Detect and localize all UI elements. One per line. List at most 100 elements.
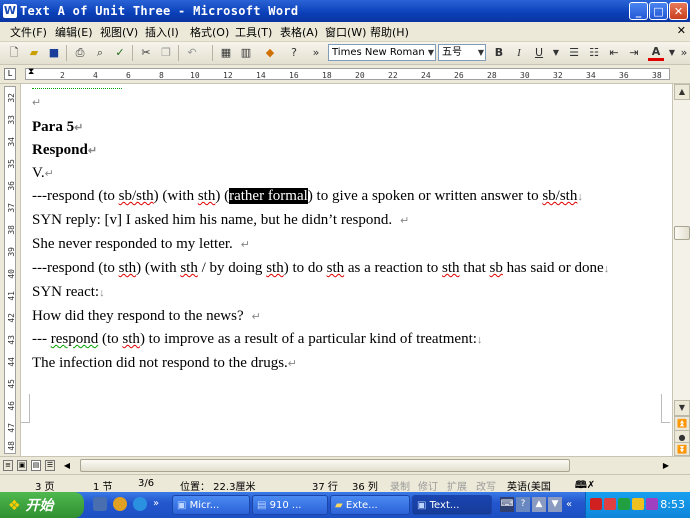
menu-window[interactable]: 窗口(W) bbox=[325, 24, 366, 40]
open-folder-icon[interactable]: ▰ bbox=[26, 45, 42, 61]
font-color-button[interactable]: A bbox=[648, 45, 664, 61]
task-document[interactable]: ▤ 910 ... bbox=[252, 495, 328, 515]
status-record[interactable]: 录制 bbox=[390, 478, 410, 493]
quicklaunch-overflow-icon[interactable]: » bbox=[153, 498, 159, 509]
font-size-combo[interactable]: 五号 ▼ bbox=[438, 44, 486, 61]
font-name-value: Times New Roman bbox=[332, 47, 425, 58]
status-extend[interactable]: 扩展 bbox=[447, 478, 467, 493]
document-page[interactable]: ↵ Para 5↵ Respond↵ V.↵ ---respond (to sb… bbox=[21, 84, 672, 456]
media-player-icon[interactable] bbox=[113, 497, 127, 511]
menu-file[interactable]: 文件(F) bbox=[10, 24, 47, 40]
print-layout-icon[interactable]: ▤ bbox=[31, 460, 41, 471]
horizontal-scrollbar[interactable]: ≡ ▣ ▤ ☰ ◀ ▶ bbox=[0, 456, 690, 475]
menu-format[interactable]: 格式(O) bbox=[190, 24, 229, 40]
tab-selector-icon[interactable]: L bbox=[4, 68, 16, 80]
start-button[interactable]: ❖ 开始 bbox=[0, 492, 84, 518]
ruler-tick: 12 bbox=[223, 71, 233, 80]
scroll-up-icon[interactable]: ▲ bbox=[674, 84, 690, 100]
horizontal-scroll-thumb[interactable] bbox=[80, 459, 570, 472]
ruler-tick: 38 bbox=[652, 71, 662, 80]
menu-tools[interactable]: 工具(T) bbox=[235, 24, 272, 40]
table-icon[interactable]: ▦ bbox=[218, 45, 234, 61]
maximize-button[interactable]: □ bbox=[649, 2, 668, 20]
word-app-icon[interactable]: W bbox=[3, 4, 17, 18]
decrease-indent-icon[interactable]: ⇤ bbox=[606, 45, 622, 61]
tray-expand-icon[interactable]: « bbox=[566, 499, 572, 510]
scroll-down-icon[interactable]: ▼ bbox=[674, 400, 690, 416]
status-language[interactable]: 英语(美国 bbox=[507, 478, 551, 493]
scroll-right-icon[interactable]: ▶ bbox=[660, 459, 672, 472]
print-preview-icon[interactable]: ⌕ bbox=[92, 45, 108, 61]
ruler-tick: 34 bbox=[586, 71, 596, 80]
status-track-changes[interactable]: 修订 bbox=[418, 478, 438, 493]
new-document-icon[interactable]: 🗋 bbox=[6, 45, 22, 61]
italic-button[interactable]: I bbox=[511, 45, 527, 61]
network-icon[interactable] bbox=[618, 498, 630, 510]
task-folder[interactable]: ▰ Exte... bbox=[330, 495, 410, 515]
copy-icon[interactable]: ❐ bbox=[158, 45, 174, 61]
vertical-scrollbar[interactable]: ▲ ▼ ⏫ ● ⏬ bbox=[672, 84, 690, 456]
increase-indent-icon[interactable]: ⇥ bbox=[626, 45, 642, 61]
kaspersky-icon[interactable] bbox=[590, 498, 602, 510]
scroll-left-icon[interactable]: ◀ bbox=[61, 459, 73, 472]
menu-insert[interactable]: 插入(I) bbox=[145, 24, 179, 40]
menu-help[interactable]: 帮助(H) bbox=[370, 24, 409, 40]
document-close-icon[interactable]: ✕ bbox=[677, 24, 686, 37]
normal-view-icon[interactable]: ≡ bbox=[3, 460, 13, 471]
clock[interactable]: 8:53 bbox=[660, 498, 685, 511]
ruler-tick: 24 bbox=[421, 71, 431, 80]
undo-icon[interactable]: ↶ bbox=[184, 45, 200, 61]
antivirus-icon[interactable] bbox=[604, 498, 616, 510]
volume-icon[interactable] bbox=[632, 498, 644, 510]
help-icon[interactable]: ? bbox=[286, 45, 302, 61]
tray-app-icon[interactable] bbox=[646, 498, 658, 510]
toolbar-overflow-icon[interactable]: » bbox=[676, 45, 690, 61]
spelling-icon[interactable]: ✓ bbox=[112, 45, 128, 61]
indent-marker-icon[interactable]: ⧗ bbox=[28, 67, 34, 77]
menu-view[interactable]: 视图(V) bbox=[100, 24, 138, 40]
underline-button[interactable]: U bbox=[531, 45, 547, 61]
drawing-icon[interactable]: ◆ bbox=[262, 45, 278, 61]
outline-view-icon[interactable]: ☰ bbox=[45, 460, 55, 471]
horizontal-ruler[interactable]: L ⧗ 2 4 6 8 10 12 14 16 18 20 22 24 26 2… bbox=[0, 65, 690, 84]
status-position: 位置： 22.3厘米 bbox=[180, 482, 256, 493]
status-overtype[interactable]: 改写 bbox=[476, 478, 496, 493]
save-icon[interactable]: ■ bbox=[46, 45, 62, 61]
menu-edit[interactable]: 编辑(E) bbox=[55, 24, 93, 40]
lang-bar-menu-icon[interactable]: ▼ bbox=[548, 497, 562, 512]
vruler-tick: 34 bbox=[7, 137, 16, 147]
spell-underline bbox=[32, 84, 122, 89]
keyboard-icon[interactable]: ⌨ bbox=[500, 497, 514, 512]
browser-icon[interactable] bbox=[133, 497, 147, 511]
ruler-tick: 14 bbox=[256, 71, 266, 80]
vertical-ruler[interactable]: 32 33 34 35 36 37 38 39 40 41 42 43 44 4… bbox=[0, 84, 21, 456]
bold-button[interactable]: B bbox=[491, 45, 507, 61]
task-word[interactable]: ▣ Micr... bbox=[172, 495, 250, 515]
print-icon[interactable]: ⎙ bbox=[72, 45, 88, 61]
menu-bar: 文件(F) 编辑(E) 视图(V) 插入(I) 格式(O) 工具(T) 表格(A… bbox=[0, 22, 690, 42]
show-desktop-icon[interactable] bbox=[93, 497, 107, 511]
toolbar-overflow-icon[interactable]: » bbox=[308, 45, 324, 61]
scroll-thumb[interactable] bbox=[674, 226, 690, 240]
next-page-icon[interactable]: ⏬ bbox=[674, 442, 690, 456]
font-name-combo[interactable]: Times New Roman ▼ bbox=[328, 44, 436, 61]
task-text[interactable]: ▣ Text... bbox=[412, 495, 492, 515]
chevron-down-icon[interactable]: ▼ bbox=[548, 45, 564, 61]
cut-icon[interactable]: ✂ bbox=[138, 45, 154, 61]
part-of-speech: V.↵ bbox=[32, 165, 54, 181]
close-button[interactable]: ✕ bbox=[669, 2, 688, 20]
example-2: How did they respond to the news? ↵ bbox=[32, 308, 261, 324]
web-view-icon[interactable]: ▣ bbox=[17, 460, 27, 471]
vruler-tick: 47 bbox=[7, 423, 16, 433]
lang-bar-icon[interactable]: ▲ bbox=[532, 497, 546, 512]
minimize-button[interactable]: _ bbox=[629, 2, 648, 20]
columns-icon[interactable]: ▥ bbox=[238, 45, 254, 61]
menu-table[interactable]: 表格(A) bbox=[280, 24, 318, 40]
status-column: 36 列 bbox=[352, 482, 378, 493]
status-bar: 3 页 1 节 3/6 位置： 22.3厘米 37 行 36 列 录制 修订 扩… bbox=[0, 474, 690, 493]
text-selection: rather formal bbox=[229, 188, 308, 204]
synonym-1: SYN reply: [v] I asked him his name, but… bbox=[32, 212, 410, 228]
help-icon[interactable]: ? bbox=[516, 497, 530, 512]
bullet-list-icon[interactable]: ☷ bbox=[586, 45, 602, 61]
numbered-list-icon[interactable]: ☰ bbox=[566, 45, 582, 61]
